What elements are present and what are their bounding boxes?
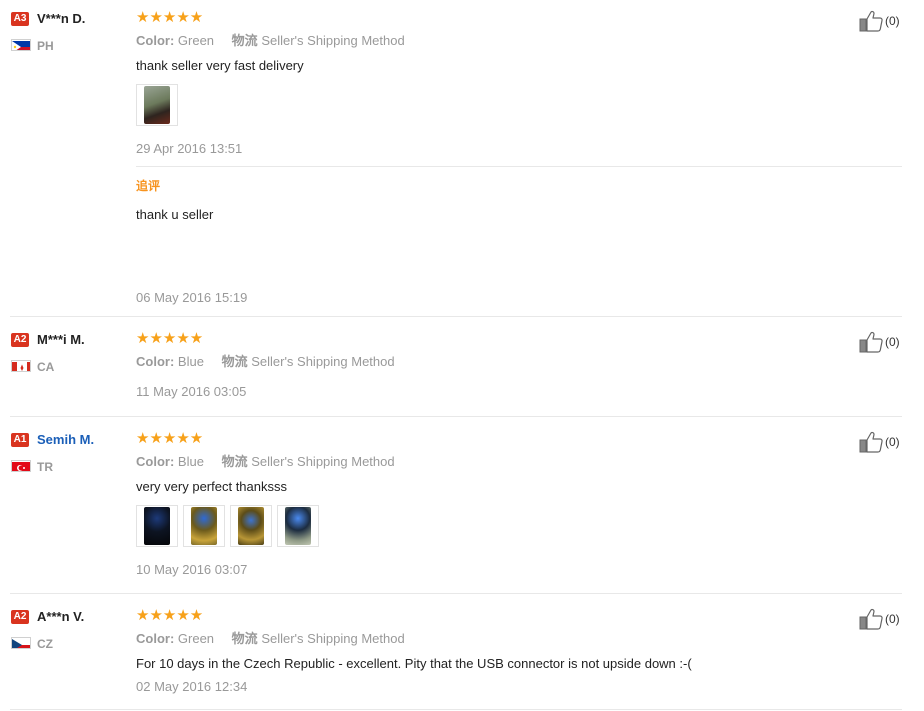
review-photos	[136, 505, 319, 547]
flag-ca-icon	[11, 360, 31, 372]
buyer-level-badge: A2	[11, 333, 29, 347]
divider	[10, 316, 902, 317]
order-attributes: Color: Green 物流 Seller's Shipping Method	[136, 631, 405, 647]
buyer-level-badge: A1	[11, 433, 29, 447]
divider	[10, 416, 902, 417]
followup-date: 06 May 2016 15:19	[136, 290, 248, 305]
color-value: Blue	[177, 354, 204, 369]
color-value: Blue	[177, 454, 204, 469]
buyer-name-link[interactable]: Semih M.	[37, 432, 94, 448]
color-label: Color:	[136, 33, 175, 48]
review-photo-thumbnail[interactable]	[230, 505, 272, 547]
color-value: Green	[177, 33, 215, 48]
star-rating: ★★★★★	[136, 430, 204, 447]
thumbs-up-icon	[859, 331, 883, 353]
helpful-button[interactable]: (0)	[859, 10, 900, 32]
shipping-method: Seller's Shipping Method	[251, 454, 395, 469]
flag-cz-icon	[11, 637, 31, 649]
buyer-level-badge: A3	[11, 12, 29, 26]
order-attributes: Color: Green 物流 Seller's Shipping Method	[136, 33, 405, 49]
shipping-method: Seller's Shipping Method	[251, 354, 395, 369]
review-text: thank seller very fast delivery	[136, 58, 304, 73]
thumbs-up-icon	[859, 608, 883, 630]
thumbs-up-icon	[859, 10, 883, 32]
buyer-country: TR	[37, 460, 53, 474]
shipping-icon: 物流	[221, 354, 248, 369]
review-text: For 10 days in the Czech Republic - exce…	[136, 656, 692, 671]
followup-text: thank u seller	[136, 207, 214, 222]
star-rating: ★★★★★	[136, 330, 204, 347]
review-text: very very perfect thanksss	[136, 479, 287, 494]
color-label: Color:	[136, 354, 175, 369]
star-rating: ★★★★★	[136, 607, 204, 624]
color-label: Color:	[136, 631, 175, 646]
review-date: 11 May 2016 03:05	[136, 384, 247, 399]
review-photo-thumbnail[interactable]	[183, 505, 225, 547]
review-date: 10 May 2016 03:07	[136, 562, 248, 577]
order-attributes: Color: Blue 物流 Seller's Shipping Method	[136, 454, 395, 470]
review-date: 02 May 2016 12:34	[136, 679, 248, 694]
buyer-name: A***n V.	[37, 609, 85, 624]
buyer-name: V***n D.	[37, 11, 86, 26]
buyer-level-badge: A2	[11, 610, 29, 624]
shipping-icon: 物流	[221, 454, 248, 469]
buyer-country: PH	[37, 39, 54, 53]
helpful-button[interactable]: (0)	[859, 431, 900, 453]
helpful-count: (0)	[885, 14, 900, 28]
review-date: 29 Apr 2016 13:51	[136, 141, 243, 156]
shipping-method: Seller's Shipping Method	[261, 33, 405, 48]
color-value: Green	[177, 631, 215, 646]
buyer-country: CZ	[37, 637, 53, 651]
review-photo-thumbnail[interactable]	[136, 505, 178, 547]
flag-ph-icon	[11, 39, 31, 51]
helpful-count: (0)	[885, 612, 900, 626]
helpful-button[interactable]: (0)	[859, 331, 900, 353]
buyer-name: M***i M.	[37, 332, 85, 347]
thumbs-up-icon	[859, 431, 883, 453]
shipping-icon: 物流	[231, 631, 258, 646]
helpful-count: (0)	[885, 435, 900, 449]
review-photos	[136, 84, 178, 126]
color-label: Color:	[136, 454, 175, 469]
divider	[10, 593, 902, 594]
divider	[10, 709, 902, 710]
helpful-count: (0)	[885, 335, 900, 349]
review-photo-thumbnail[interactable]	[277, 505, 319, 547]
star-rating: ★★★★★	[136, 9, 204, 26]
helpful-button[interactable]: (0)	[859, 608, 900, 630]
flag-tr-icon	[11, 460, 31, 472]
divider	[136, 166, 902, 167]
followup-label: 追评	[136, 179, 161, 193]
review-photo-thumbnail[interactable]	[136, 84, 178, 126]
order-attributes: Color: Blue 物流 Seller's Shipping Method	[136, 354, 395, 370]
buyer-country: CA	[37, 360, 55, 374]
shipping-icon: 物流	[231, 33, 258, 48]
shipping-method: Seller's Shipping Method	[261, 631, 405, 646]
